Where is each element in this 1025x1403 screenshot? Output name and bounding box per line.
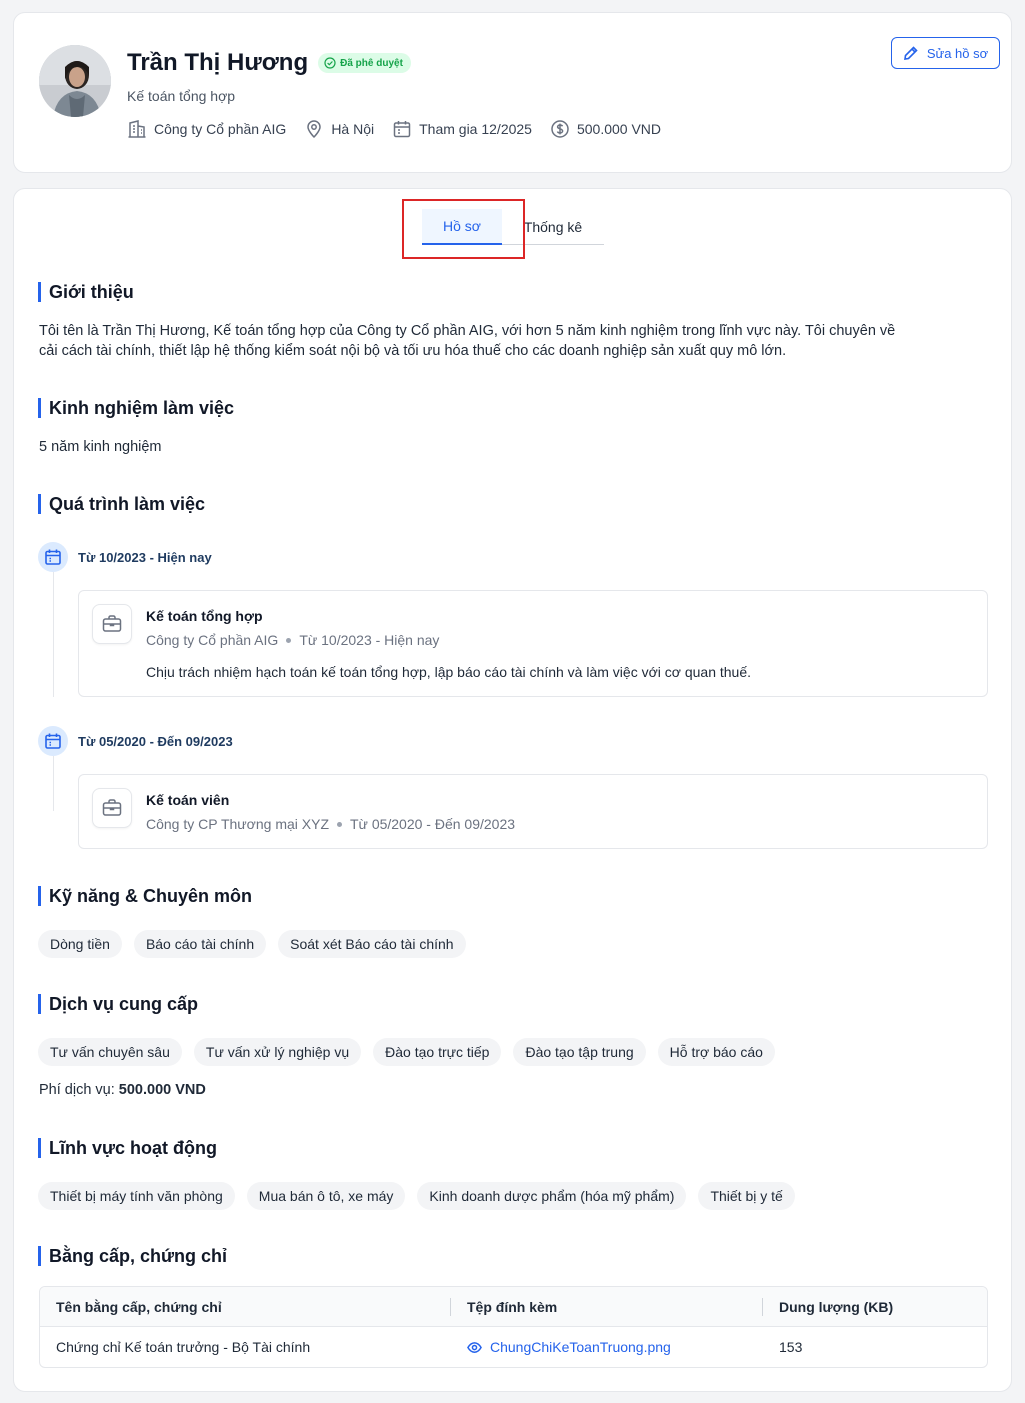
skill-chip: Báo cáo tài chính — [133, 930, 267, 958]
service-fee: Phí dịch vụ: 500.000 VND — [39, 1082, 206, 1098]
calendar-icon — [393, 121, 411, 138]
timeline-date: Từ 05/2020 - Đến 09/2023 — [78, 734, 233, 749]
edit-profile-button[interactable]: Sửa hồ sơ — [891, 37, 1000, 69]
job-description: Chịu trách nhiệm hạch toán kế toán tổng … — [146, 664, 752, 680]
section-title-intro: Giới thiệu — [38, 282, 134, 302]
column-header-name: Tên bằng cấp, chứng chỉ — [40, 1287, 451, 1326]
service-chip: Đào tạo trực tiếp — [373, 1038, 502, 1066]
service-chip: Tư vấn xử lý nghiệp vụ — [193, 1038, 362, 1066]
section-title-experience: Kinh nghiệm làm việc — [38, 398, 234, 418]
profile-header-card: Trần Thị Hương Đã phê duyệt Kế toán tổng… — [13, 12, 1012, 173]
certificate-size: 153 — [779, 1339, 803, 1355]
edit-profile-label: Sửa hồ sơ — [926, 45, 989, 61]
job-card: Kế toán viên Công ty CP Thương mại XYZ T… — [78, 774, 988, 849]
separator-dot — [337, 821, 342, 827]
service-fee-label: Phí dịch vụ: — [39, 1082, 115, 1098]
certificate-name: Chứng chỉ Kế toán trưởng - Bộ Tài chính — [56, 1339, 311, 1355]
avatar-photo — [39, 45, 111, 117]
section-title-fields: Lĩnh vực hoạt động — [38, 1138, 217, 1158]
meta-company: Công ty Cổ phần AIG — [127, 119, 286, 139]
field-chip: Thiết bị y tế — [698, 1182, 795, 1210]
timeline-line — [53, 756, 54, 811]
job-role: Kế toán tổng hợp — [146, 608, 263, 624]
skill-chip: Dòng tiền — [38, 930, 122, 958]
timeline-marker — [38, 726, 68, 756]
building-icon — [128, 120, 146, 138]
services-chip-list: Tư vấn chuyên sâu Tư vấn xử lý nghiệp vụ… — [38, 1038, 775, 1066]
meta-fee-text: 500.000 VND — [576, 121, 662, 137]
job-subline: Công ty Cổ phần AIG Từ 10/2023 - Hiện na… — [146, 632, 439, 648]
certificates-table: Tên bằng cấp, chứng chỉ Tệp đính kèm Dun… — [39, 1286, 988, 1368]
table-header: Tên bằng cấp, chứng chỉ Tệp đính kèm Dun… — [40, 1287, 987, 1327]
field-chip: Kinh doanh dược phẩm (hóa mỹ phẩm) — [417, 1182, 687, 1210]
fields-chip-list: Thiết bị máy tính văn phòng Mua bán ô tô… — [38, 1182, 795, 1210]
job-subline: Công ty CP Thương mại XYZ Từ 05/2020 - Đ… — [146, 816, 515, 832]
column-header-file: Tệp đính kèm — [451, 1287, 763, 1326]
job-company: Công ty CP Thương mại XYZ — [146, 816, 329, 832]
timeline-date: Từ 10/2023 - Hiện nay — [78, 550, 212, 565]
experience-text: 5 năm kinh nghiệm — [39, 439, 162, 455]
job-icon — [92, 604, 132, 644]
table-row: Chứng chỉ Kế toán trưởng - Bộ Tài chính … — [40, 1327, 987, 1367]
job-range: Từ 05/2020 - Đến 09/2023 — [350, 816, 516, 832]
timeline-marker — [38, 542, 68, 572]
eye-icon — [467, 1341, 482, 1353]
skill-chip: Soát xét Báo cáo tài chính — [278, 930, 466, 958]
job-icon — [92, 788, 132, 828]
calendar-icon — [45, 549, 61, 565]
briefcase-icon — [102, 615, 122, 632]
certificate-file-cell: ChungChiKeToanTruong.png — [451, 1327, 763, 1367]
service-chip: Đào tạo tập trung — [513, 1038, 646, 1066]
job-company: Công ty Cổ phần AIG — [146, 632, 279, 648]
calendar-icon — [45, 733, 61, 749]
tab-statistics[interactable]: Thống kê — [502, 209, 604, 245]
section-title-skills: Kỹ năng & Chuyên môn — [38, 886, 252, 906]
meta-joined-text: Tham gia 12/2025 — [419, 121, 532, 137]
meta-location: Hà Nội — [304, 119, 374, 139]
avatar — [39, 45, 111, 117]
location-pin-icon — [307, 120, 322, 139]
meta-joined: Tham gia 12/2025 — [392, 119, 532, 139]
intro-text-line-1: Tôi tên là Trần Thị Hương, Kế toán tổng … — [39, 323, 896, 339]
service-fee-value: 500.000 VND — [118, 1082, 206, 1098]
service-chip: Hỗ trợ báo cáo — [657, 1038, 775, 1066]
job-role: Kế toán viên — [146, 792, 230, 808]
check-circle-icon — [324, 57, 336, 69]
profile-content-card: Hồ sơ Thống kê Giới thiệu Tôi tên là Trầ… — [13, 188, 1012, 1392]
certificate-file-link[interactable]: ChungChiKeToanTruong.png — [467, 1339, 671, 1355]
pencil-icon — [903, 46, 918, 60]
skills-chip-list: Dòng tiền Báo cáo tài chính Soát xét Báo… — [38, 930, 466, 958]
profile-meta: Công ty Cổ phần AIG Hà Nội Tham gia 12/2… — [127, 119, 661, 139]
job-card: Kế toán tổng hợp Công ty Cổ phần AIG Từ … — [78, 590, 988, 697]
tab-bar: Hồ sơ Thống kê — [422, 209, 604, 245]
section-title-certificates: Bằng cấp, chứng chỉ — [38, 1246, 227, 1266]
section-title-history: Quá trình làm việc — [38, 494, 205, 514]
dollar-circle-icon — [551, 120, 569, 138]
status-badge: Đã phê duyệt — [318, 53, 411, 73]
meta-fee: 500.000 VND — [550, 119, 661, 139]
meta-location-text: Hà Nội — [331, 121, 375, 137]
profile-job-title: Kế toán tổng hợp — [127, 88, 236, 104]
certificate-file-name: ChungChiKeToanTruong.png — [490, 1339, 671, 1355]
field-chip: Mua bán ô tô, xe máy — [246, 1182, 406, 1210]
section-title-services: Dịch vụ cung cấp — [38, 994, 198, 1014]
field-chip: Thiết bị máy tính văn phòng — [38, 1182, 235, 1210]
intro-text-line-2: cải cách tài chính, thiết lập hệ thống k… — [39, 343, 787, 359]
job-range: Từ 10/2023 - Hiện nay — [299, 632, 440, 648]
column-header-size: Dung lượng (KB) — [779, 1298, 894, 1315]
service-chip: Tư vấn chuyên sâu — [38, 1038, 182, 1066]
tab-profile[interactable]: Hồ sơ — [422, 209, 502, 245]
meta-company-text: Công ty Cổ phần AIG — [154, 121, 287, 137]
timeline-line — [53, 572, 54, 697]
status-badge-label: Đã phê duyệt — [340, 57, 403, 69]
briefcase-icon — [102, 799, 122, 816]
separator-dot — [286, 637, 292, 643]
profile-name: Trần Thị Hương — [127, 49, 309, 76]
